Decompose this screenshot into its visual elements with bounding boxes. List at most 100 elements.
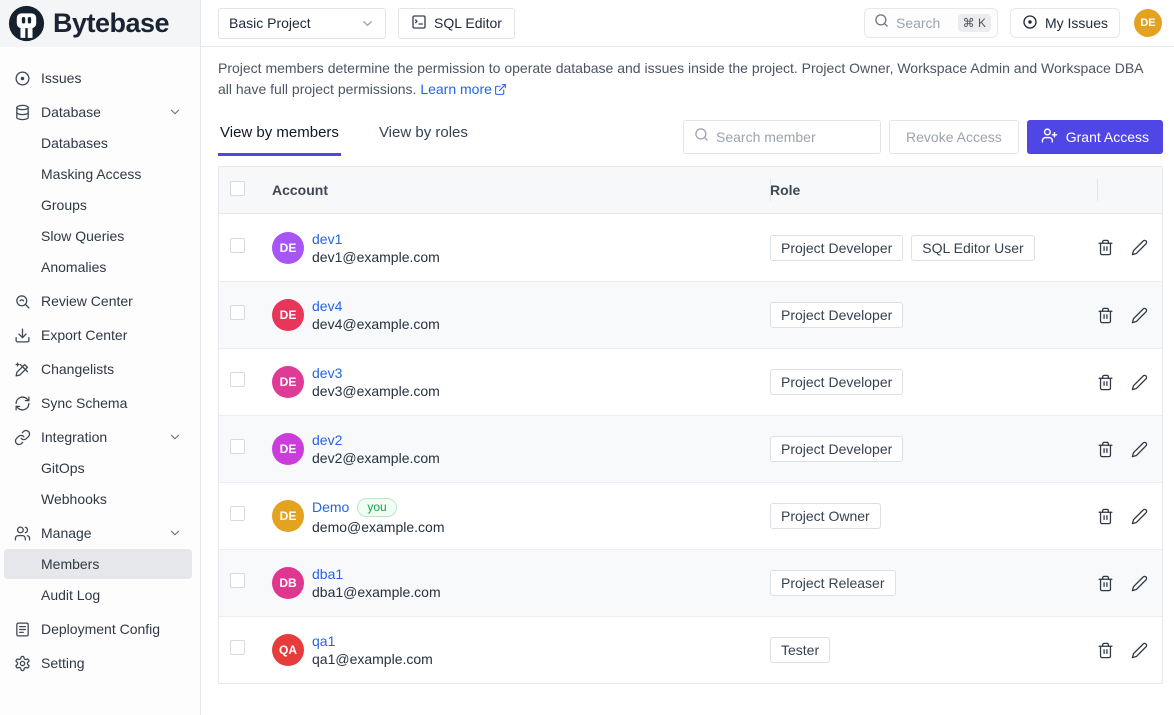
edit-member-icon[interactable] (1131, 575, 1148, 592)
delete-member-icon[interactable] (1097, 239, 1114, 256)
topbar-main: Basic Project SQL Editor Search ⌘ K (201, 0, 1174, 47)
row-checkbox[interactable] (230, 506, 245, 521)
sidebar-item-integration[interactable]: Integration (4, 422, 192, 452)
role-badge: SQL Editor User (911, 235, 1034, 261)
user-plus-icon (1041, 127, 1058, 147)
member-roles: Project Releaser (770, 570, 1097, 596)
user-avatar[interactable]: DE (1134, 9, 1162, 37)
member-email: dev2@example.com (312, 450, 440, 466)
avatar: DE (272, 366, 304, 398)
view-tabs: View by members View by roles (218, 118, 470, 156)
row-checkbox[interactable] (230, 238, 245, 253)
table-body: DE dev1 dev1@example.com Project Develop… (219, 214, 1162, 683)
member-email: dev1@example.com (312, 249, 440, 265)
delete-member-icon[interactable] (1097, 307, 1114, 324)
chevron-down-icon[interactable] (168, 526, 182, 540)
table-row: QA qa1 qa1@example.com Tester (219, 616, 1162, 683)
sidebar-item-sync-schema[interactable]: Sync Schema (4, 388, 192, 418)
sidebar-item-databases[interactable]: Databases (4, 128, 192, 158)
member-name-link[interactable]: Demo (312, 499, 349, 515)
role-badge: Project Developer (770, 235, 903, 261)
sidebar-nav: Issues Database Databases Masking Access… (0, 47, 201, 715)
sidebar-item-anomalies[interactable]: Anomalies (4, 252, 192, 282)
sidebar-item-members[interactable]: Members (4, 549, 192, 579)
member-roles: Project Developer (770, 436, 1097, 462)
table-row: DE dev1 dev1@example.com Project Develop… (219, 214, 1162, 281)
chevron-down-icon[interactable] (168, 105, 182, 119)
sidebar-item-masking-access[interactable]: Masking Access (4, 159, 192, 189)
edit-member-icon[interactable] (1131, 642, 1148, 659)
revoke-access-button[interactable]: Revoke Access (889, 120, 1019, 154)
edit-member-icon[interactable] (1131, 307, 1148, 324)
row-checkbox[interactable] (230, 640, 245, 655)
sidebar-item-issues[interactable]: Issues (4, 63, 192, 93)
member-name-link[interactable]: dev4 (312, 298, 342, 314)
member-roles: Project Developer (770, 302, 1097, 328)
sidebar-item-manage[interactable]: Manage (4, 518, 192, 548)
table-row: DE dev3 dev3@example.com Project Develop… (219, 348, 1162, 415)
table-row: DB dba1 dba1@example.com Project Release… (219, 549, 1162, 616)
edit-member-icon[interactable] (1131, 508, 1148, 525)
tab-view-by-roles[interactable]: View by roles (377, 118, 470, 156)
avatar: DE (272, 500, 304, 532)
global-search[interactable]: Search ⌘ K (864, 8, 998, 38)
search-shortcut: ⌘ K (958, 14, 991, 32)
edit-member-icon[interactable] (1131, 239, 1148, 256)
page-description: Project members determine the permission… (218, 58, 1160, 102)
sidebar-item-groups[interactable]: Groups (4, 190, 192, 220)
member-name-link[interactable]: dev1 (312, 231, 342, 247)
sidebar-item-webhooks[interactable]: Webhooks (4, 484, 192, 514)
member-name-link[interactable]: dev2 (312, 432, 342, 448)
delete-member-icon[interactable] (1097, 575, 1114, 592)
role-badge: Project Developer (770, 302, 903, 328)
sidebar-item-export-center[interactable]: Export Center (4, 320, 192, 350)
tab-view-by-members[interactable]: View by members (218, 118, 341, 156)
column-header-account: Account (272, 182, 770, 198)
sidebar-item-database[interactable]: Database (4, 97, 192, 127)
manage-icon (13, 524, 31, 542)
deployment-config-icon (13, 620, 31, 638)
row-checkbox[interactable] (230, 372, 245, 387)
sidebar-item-slow-queries[interactable]: Slow Queries (4, 221, 192, 251)
member-roles: Project Owner (770, 503, 1097, 529)
grant-access-button[interactable]: Grant Access (1027, 120, 1163, 154)
member-name-link[interactable]: dba1 (312, 566, 343, 582)
issues-icon (13, 69, 31, 87)
edit-member-icon[interactable] (1131, 441, 1148, 458)
delete-member-icon[interactable] (1097, 441, 1114, 458)
my-issues-button[interactable]: My Issues (1010, 8, 1120, 38)
chevron-down-icon (360, 16, 375, 31)
delete-member-icon[interactable] (1097, 642, 1114, 659)
member-email: dev3@example.com (312, 383, 440, 399)
role-badge: Project Owner (770, 503, 881, 529)
main-content: Project members determine the permission… (201, 47, 1174, 715)
member-search (683, 120, 881, 154)
chevron-down-icon[interactable] (168, 430, 182, 444)
edit-member-icon[interactable] (1131, 374, 1148, 391)
sql-editor-button[interactable]: SQL Editor (398, 8, 515, 39)
member-name-link[interactable]: dev3 (312, 365, 342, 381)
members-toolbar: View by members View by roles Revoke Acc… (218, 118, 1163, 156)
member-name-link[interactable]: qa1 (312, 633, 335, 649)
brand[interactable]: Bytebase (0, 0, 201, 47)
member-email: dba1@example.com (312, 584, 441, 600)
row-checkbox[interactable] (230, 305, 245, 320)
learn-more-link[interactable]: Learn more (420, 81, 507, 97)
avatar: DE (272, 299, 304, 331)
sidebar-item-changelists[interactable]: Changelists (4, 354, 192, 384)
project-select[interactable]: Basic Project (218, 8, 386, 39)
sidebar-item-review-center[interactable]: Review Center (4, 286, 192, 316)
row-checkbox[interactable] (230, 439, 245, 454)
member-email: qa1@example.com (312, 651, 433, 667)
members-table: Account Role DE dev1 dev1@example.com Pr… (218, 166, 1163, 684)
delete-member-icon[interactable] (1097, 508, 1114, 525)
select-all-checkbox[interactable] (230, 181, 245, 196)
row-checkbox[interactable] (230, 573, 245, 588)
sidebar-item-setting[interactable]: Setting (4, 648, 192, 678)
sidebar-item-gitops[interactable]: GitOps (4, 453, 192, 483)
sidebar-item-audit-log[interactable]: Audit Log (4, 580, 192, 610)
delete-member-icon[interactable] (1097, 374, 1114, 391)
sync-schema-icon (13, 394, 31, 412)
sidebar-item-deployment-config[interactable]: Deployment Config (4, 614, 192, 644)
member-search-input[interactable] (716, 129, 870, 145)
